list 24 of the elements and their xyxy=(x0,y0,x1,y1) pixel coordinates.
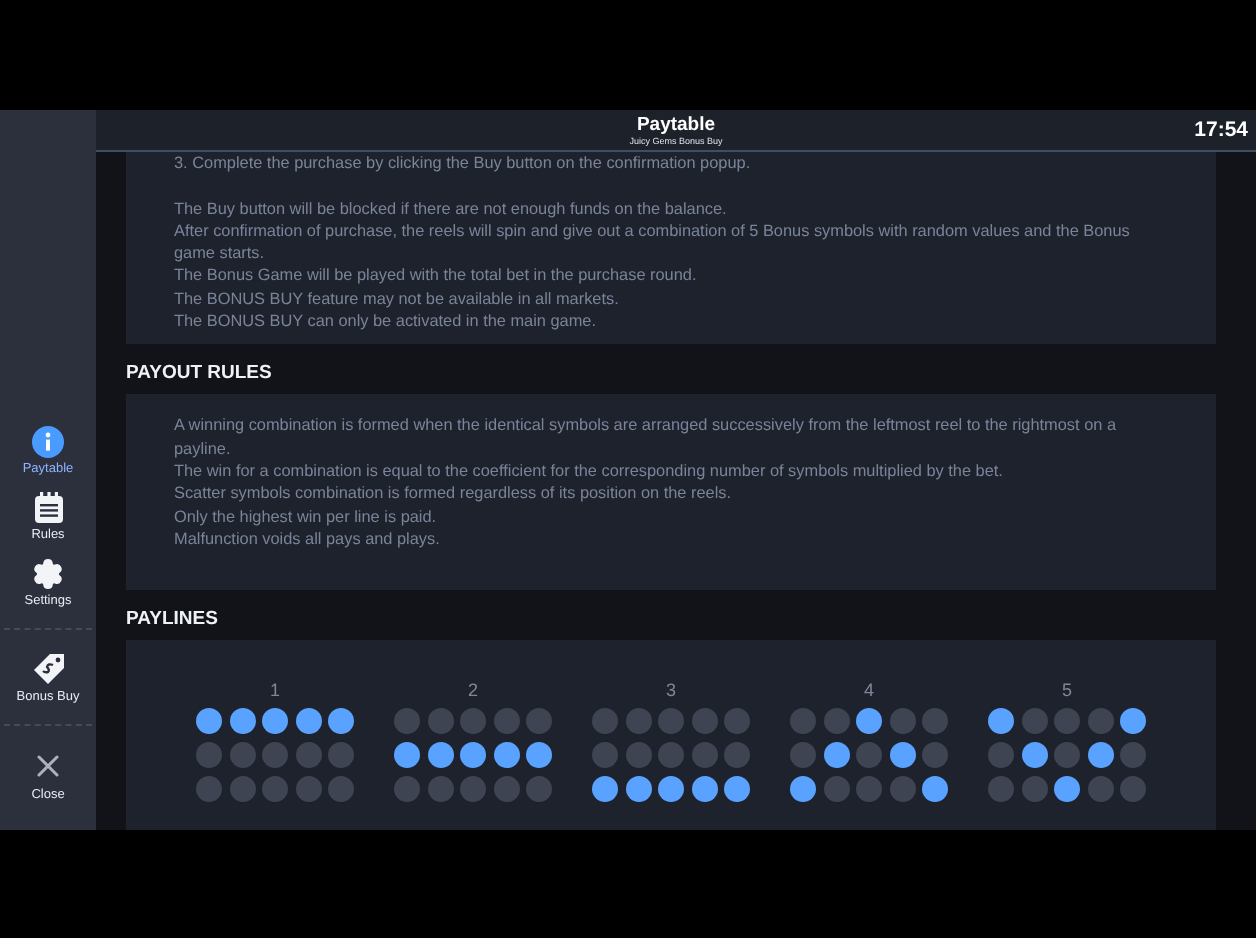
section-heading: PAYOUT RULES xyxy=(126,360,274,389)
payline-number: 4 xyxy=(863,680,874,701)
settings-icon xyxy=(32,558,64,590)
rules-text: The BONUS BUY feature may not be available in all markets. xyxy=(174,287,621,311)
info-icon xyxy=(32,426,64,458)
rules-text: The Bonus Game will be played with the total bet in the purchase round. xyxy=(174,264,699,288)
rules-text: The BONUS BUY can only be activated in the main game. xyxy=(174,310,599,333)
rules-text: Scatter symbols combination is formed regardless of its position on the reels. xyxy=(174,482,734,506)
payline-number: 1 xyxy=(269,680,280,701)
rules-text: The win for a combination is equal to the coefficient for the corresponding number of symbols multiplied by the bet. xyxy=(174,459,1005,483)
rules-text: Malfunction voids all pays and plays. xyxy=(174,527,442,551)
rules-text: 3. Complete the purchase by clicking the Buy button on the confirmation popup. xyxy=(174,152,753,175)
rules-text: After confirmation of purchase, the reels will spin and give out a combination of 5 Bonus symbols with random values and the Bonus game starts. xyxy=(174,219,1132,265)
clock-time: 17:54 xyxy=(1194,118,1248,142)
payline-number: 2 xyxy=(467,680,478,701)
notepad-icon xyxy=(33,492,63,524)
payline-number: 5 xyxy=(1061,680,1072,701)
rules-text: The Buy button will be blocked if there are not enough funds on the balance. xyxy=(174,197,729,220)
price-tag-icon xyxy=(31,652,65,686)
payline-number: 3 xyxy=(665,680,676,701)
window-title: Paytable xyxy=(636,115,716,135)
rules-text: Only the highest win per line is paid. xyxy=(174,505,439,528)
section-heading: PAYLINES xyxy=(126,606,220,635)
rules-text: A winning combination is formed when the identical symbols are arranged successively from the leftmost reel to the rightmost on a payline. xyxy=(174,414,1119,460)
